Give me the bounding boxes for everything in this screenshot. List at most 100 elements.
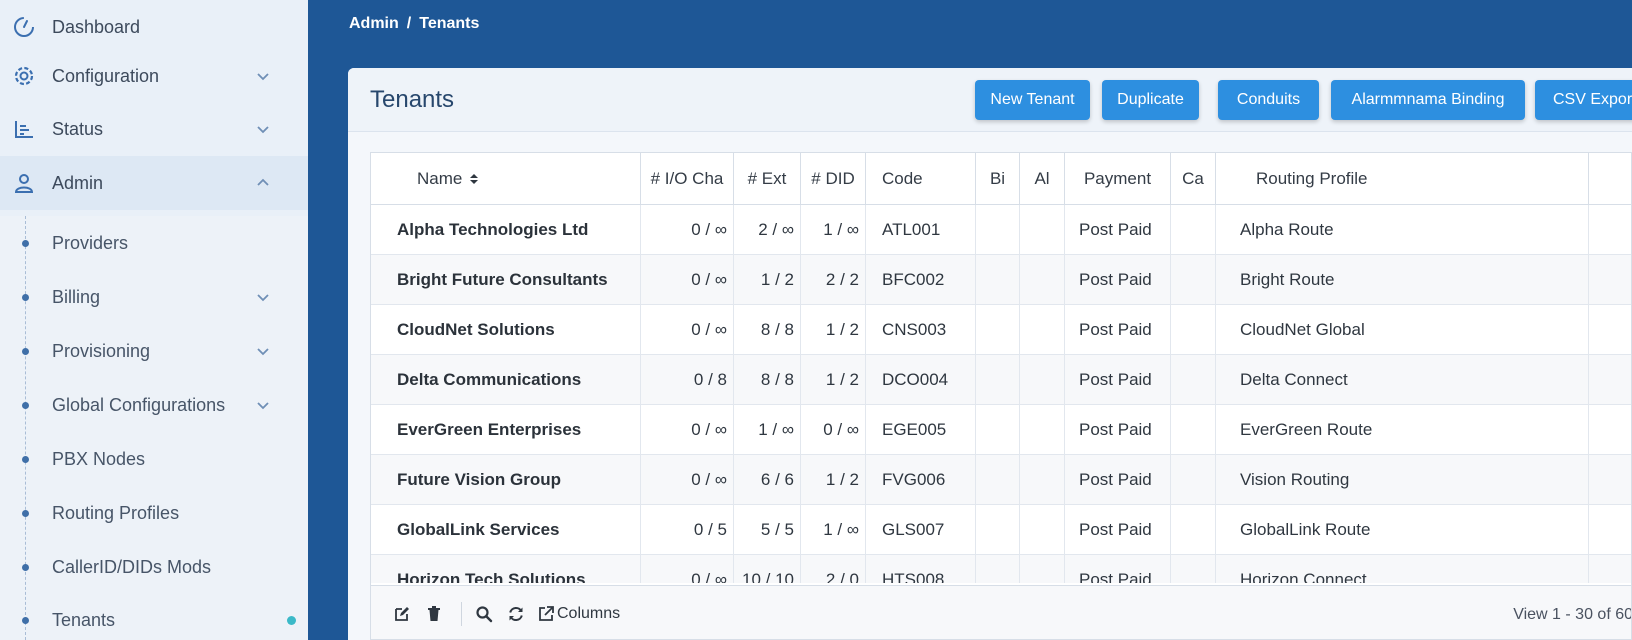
cell-payment: Post Paid bbox=[1065, 555, 1171, 583]
sidebar-item-label: Global Configurations bbox=[52, 394, 226, 415]
alarm-binding-button[interactable]: Alarmmnama Binding bbox=[1331, 80, 1525, 120]
table-body: Alpha Technologies Ltd 0 / ∞ 2 / ∞ 1 / ∞… bbox=[371, 205, 1631, 583]
conduits-button[interactable]: Conduits bbox=[1218, 80, 1319, 120]
cell-al bbox=[1020, 305, 1065, 355]
bullet-icon bbox=[22, 509, 29, 517]
cell-name: EverGreen Enterprises bbox=[371, 405, 641, 455]
table-footer: Columns View 1 - 30 of 60 bbox=[371, 585, 1631, 639]
cell-bi bbox=[976, 555, 1020, 583]
bullet-icon bbox=[22, 401, 29, 409]
panel-header: Tenants New Tenant Duplicate Conduits Al… bbox=[348, 68, 1632, 132]
duplicate-button[interactable]: Duplicate bbox=[1102, 80, 1199, 120]
sidebar-item-tenants[interactable]: Tenants bbox=[0, 593, 308, 640]
cell-name: GlobalLink Services bbox=[371, 505, 641, 555]
cell-name: Future Vision Group bbox=[371, 455, 641, 505]
table-row[interactable]: GlobalLink Services 0 / 5 5 / 5 1 / ∞ GL… bbox=[371, 505, 1631, 555]
table-row[interactable]: Alpha Technologies Ltd 0 / ∞ 2 / ∞ 1 / ∞… bbox=[371, 205, 1631, 255]
sidebar-item-dashboard[interactable]: Dashboard bbox=[0, 0, 308, 54]
sidebar-item-configuration[interactable]: Configuration bbox=[0, 49, 308, 103]
column-header-io-channels[interactable]: # I/O Cha bbox=[641, 153, 734, 205]
edit-icon[interactable] bbox=[393, 604, 411, 624]
cell-name: Bright Future Consultants bbox=[371, 255, 641, 305]
cell-al bbox=[1020, 505, 1065, 555]
refresh-icon[interactable] bbox=[507, 604, 525, 624]
table-row[interactable]: Bright Future Consultants 0 / ∞ 1 / 2 2 … bbox=[371, 255, 1631, 305]
cell-code: EGE005 bbox=[866, 405, 976, 455]
sidebar-item-routing-profiles[interactable]: Routing Profiles bbox=[0, 486, 308, 540]
chevron-down-icon bbox=[254, 342, 272, 360]
cell-io-channels: 0 / 8 bbox=[641, 355, 734, 405]
cell-routing-profile: Alpha Route bbox=[1216, 205, 1589, 255]
column-header-code[interactable]: Code bbox=[866, 153, 976, 205]
cell-al bbox=[1020, 255, 1065, 305]
sidebar-item-label: Status bbox=[52, 118, 104, 139]
column-header-routing-profile[interactable]: Routing Profile bbox=[1216, 153, 1589, 205]
sidebar-item-label: Dashboard bbox=[52, 16, 141, 37]
sidebar-item-provisioning[interactable]: Provisioning bbox=[0, 324, 308, 378]
sidebar-item-label: Configuration bbox=[52, 65, 160, 86]
sidebar-item-label: Tenants bbox=[52, 609, 116, 630]
cell-io-channels: 0 / 5 bbox=[641, 505, 734, 555]
column-header-payment[interactable]: Payment bbox=[1065, 153, 1171, 205]
column-header-name[interactable]: Name bbox=[371, 153, 641, 205]
sidebar-item-status[interactable]: Status bbox=[0, 102, 308, 156]
chevron-down-icon bbox=[254, 67, 272, 85]
columns-button[interactable]: Columns bbox=[537, 604, 620, 624]
cell-io-channels: 0 / ∞ bbox=[641, 205, 734, 255]
breadcrumb-admin[interactable]: Admin bbox=[349, 15, 399, 33]
cell-payment: Post Paid bbox=[1065, 305, 1171, 355]
bullet-icon bbox=[22, 616, 29, 624]
bullet-icon bbox=[22, 563, 29, 571]
sidebar-item-admin[interactable]: Admin bbox=[0, 156, 308, 210]
column-header-al[interactable]: Al bbox=[1020, 153, 1065, 205]
cell-ca bbox=[1171, 205, 1216, 255]
cell-ext: 8 / 8 bbox=[734, 305, 801, 355]
column-header-ca[interactable]: Ca bbox=[1171, 153, 1216, 205]
cell-name: Alpha Technologies Ltd bbox=[371, 205, 641, 255]
column-header-ext[interactable]: # Ext bbox=[734, 153, 801, 205]
table-row[interactable]: EverGreen Enterprises 0 / ∞ 1 / ∞ 0 / ∞ … bbox=[371, 405, 1631, 455]
cell-code: BFC002 bbox=[866, 255, 976, 305]
cell-ext: 6 / 6 bbox=[734, 455, 801, 505]
cell-did: 1 / ∞ bbox=[801, 205, 866, 255]
cell-al bbox=[1020, 205, 1065, 255]
bullet-icon bbox=[22, 293, 29, 301]
sidebar-item-global-configurations[interactable]: Global Configurations bbox=[0, 378, 308, 432]
cell-io-channels: 0 / ∞ bbox=[641, 255, 734, 305]
cell-ext: 10 / 10 bbox=[734, 555, 801, 583]
external-link-icon bbox=[537, 605, 555, 623]
chevron-down-icon bbox=[254, 120, 272, 138]
new-tenant-button[interactable]: New Tenant bbox=[975, 80, 1090, 120]
active-indicator-icon bbox=[287, 616, 296, 625]
search-icon[interactable] bbox=[475, 604, 493, 624]
bullet-icon bbox=[22, 347, 29, 355]
trash-icon[interactable] bbox=[426, 604, 442, 624]
sidebar-item-pbx-nodes[interactable]: PBX Nodes bbox=[0, 432, 308, 486]
sidebar: Dashboard Configuration Status Admin Pro… bbox=[0, 0, 308, 640]
page-title: Tenants bbox=[370, 86, 455, 113]
table-row[interactable]: Delta Communications 0 / 8 8 / 8 1 / 2 D… bbox=[371, 355, 1631, 405]
tenants-table: Name # I/O Cha # Ext # DID Code Bi Al Pa… bbox=[370, 152, 1632, 640]
cell-al bbox=[1020, 405, 1065, 455]
cell-ca bbox=[1171, 555, 1216, 583]
bullet-icon bbox=[22, 455, 29, 463]
cell-did: 1 / 2 bbox=[801, 305, 866, 355]
table-row[interactable]: Future Vision Group 0 / ∞ 6 / 6 1 / 2 FV… bbox=[371, 455, 1631, 505]
cell-bi bbox=[976, 305, 1020, 355]
csv-export-button[interactable]: CSV Export bbox=[1535, 80, 1632, 120]
column-header-did[interactable]: # DID bbox=[801, 153, 866, 205]
sidebar-item-billing[interactable]: Billing bbox=[0, 270, 308, 324]
table-header: Name # I/O Cha # Ext # DID Code Bi Al Pa… bbox=[371, 153, 1631, 205]
cell-did: 1 / ∞ bbox=[801, 505, 866, 555]
table-row[interactable]: Horizon Tech Solutions 0 / ∞ 10 / 10 2 /… bbox=[371, 555, 1631, 583]
cell-io-channels: 0 / ∞ bbox=[641, 305, 734, 355]
breadcrumb-separator: / bbox=[406, 15, 412, 32]
table-row[interactable]: CloudNet Solutions 0 / ∞ 8 / 8 1 / 2 CNS… bbox=[371, 305, 1631, 355]
sidebar-item-label: Routing Profiles bbox=[52, 502, 180, 523]
cell-bi bbox=[976, 455, 1020, 505]
sidebar-item-label: CallerID/DIDs Mods bbox=[52, 556, 212, 577]
sidebar-item-providers[interactable]: Providers bbox=[0, 216, 308, 270]
cell-io-channels: 0 / ∞ bbox=[641, 405, 734, 455]
column-header-bi[interactable]: Bi bbox=[976, 153, 1020, 205]
sidebar-item-callerid-dids-mods[interactable]: CallerID/DIDs Mods bbox=[0, 540, 308, 594]
